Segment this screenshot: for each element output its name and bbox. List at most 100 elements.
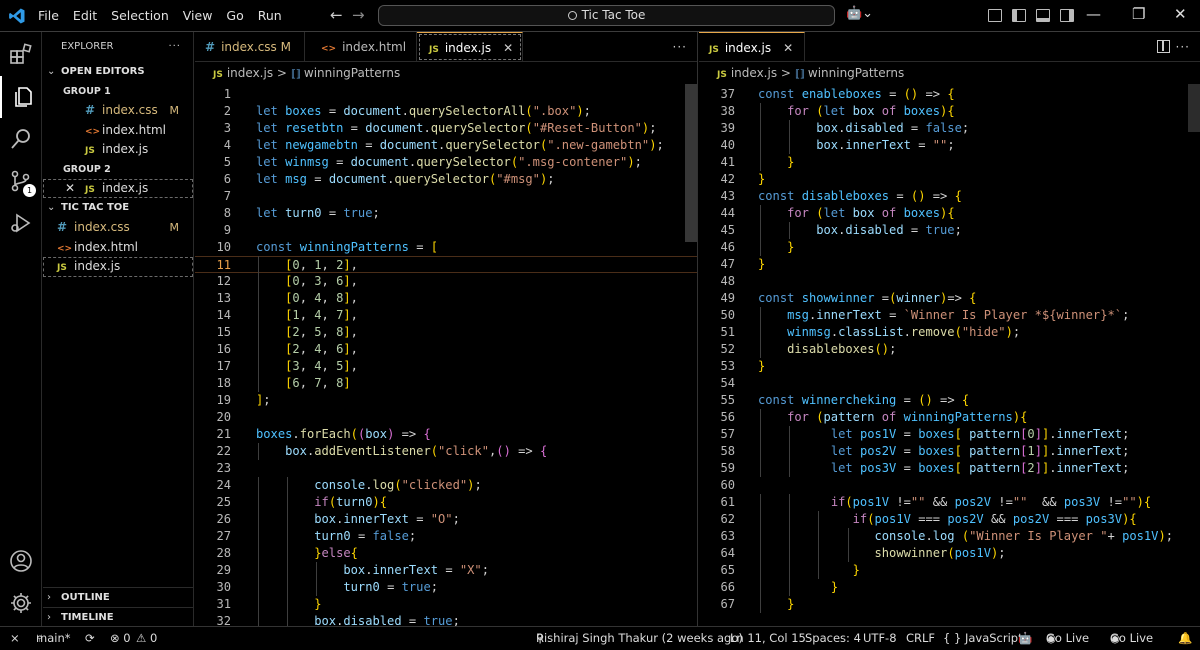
line-number[interactable]: 43 <box>699 188 735 205</box>
back-arrow-icon[interactable]: ← <box>330 6 343 24</box>
line-number[interactable]: 48 <box>699 273 735 290</box>
menu-edit[interactable]: Edit <box>73 0 104 32</box>
line-number[interactable]: 57 <box>699 426 735 443</box>
breadcrumb-file[interactable]: index.js <box>227 66 273 80</box>
line-number[interactable]: 25 <box>195 494 231 511</box>
line-ending[interactable]: CRLF <box>906 627 935 650</box>
code-line[interactable]: 61 if(pos1V !="" && pos2V !="" && pos3V … <box>699 494 1200 511</box>
code-line[interactable]: 67 } <box>699 596 1200 613</box>
line-number[interactable]: 31 <box>195 596 231 613</box>
encoding[interactable]: UTF-8 <box>863 627 897 650</box>
code-line[interactable]: 19]; <box>195 392 697 409</box>
line-number[interactable]: 11 <box>195 257 231 274</box>
code-line[interactable]: 26 box.innerText = "O"; <box>195 511 697 528</box>
line-number[interactable]: 9 <box>195 222 231 239</box>
account-icon[interactable] <box>0 540 42 582</box>
warnings-count[interactable]: ⚠ 0 <box>136 627 157 650</box>
indentation[interactable]: Spaces: 4 <box>805 627 861 650</box>
menu-go[interactable]: Go <box>226 0 250 32</box>
line-number[interactable]: 38 <box>699 103 735 120</box>
line-number[interactable]: 39 <box>699 120 735 137</box>
line-number[interactable]: 29 <box>195 562 231 579</box>
split-editor-icon[interactable] <box>1157 40 1170 53</box>
code-line[interactable]: 32 box.disabled = true; <box>195 613 697 626</box>
line-number[interactable]: 67 <box>699 596 735 613</box>
toggle-sidebar-icon[interactable] <box>1012 9 1026 22</box>
line-number[interactable]: 59 <box>699 460 735 477</box>
toggle-panel-icon[interactable] <box>1036 9 1050 22</box>
extensions-icon[interactable] <box>0 34 42 76</box>
code-line[interactable]: 66 } <box>699 579 1200 596</box>
code-line[interactable]: 50 msg.innerText = `Winner Is Player *${… <box>699 307 1200 324</box>
code-line[interactable]: 6 let msg = document.querySelector("#msg"… <box>195 171 697 188</box>
code-line[interactable]: 48 <box>699 273 1200 290</box>
code-line[interactable]: 41 } <box>699 154 1200 171</box>
code-line[interactable]: 65 } <box>699 562 1200 579</box>
line-number[interactable]: 63 <box>699 528 735 545</box>
editor-more-icon[interactable]: ··· <box>1176 32 1190 62</box>
line-number[interactable]: 1 <box>195 86 231 103</box>
line-number[interactable]: 3 <box>195 120 231 137</box>
folder-section[interactable]: ⌄ TIC TAC TOE <box>43 198 193 218</box>
line-number[interactable]: 7 <box>195 188 231 205</box>
tree-index-css[interactable]: # index.css M <box>43 218 193 238</box>
code-line[interactable]: 7 <box>195 188 697 205</box>
open-editor-group2-index-js[interactable]: ✕ JS index.js <box>43 178 193 198</box>
code-line[interactable]: 62 if(pos1V === pos2V && pos2V === pos3V… <box>699 511 1200 528</box>
line-number[interactable]: 26 <box>195 511 231 528</box>
code-editor-left[interactable]: 1 2 let boxes = document.querySelectorAll(… <box>195 84 697 626</box>
tab-index-js[interactable]: JS index.js ✕ <box>417 32 523 62</box>
code-line[interactable]: 9 <box>195 222 697 239</box>
customize-layout-icon[interactable] <box>988 9 1002 22</box>
line-number[interactable]: 60 <box>699 477 735 494</box>
code-line[interactable]: 29 box.innerText = "X"; <box>195 562 697 579</box>
line-number[interactable]: 19 <box>195 392 231 409</box>
line-number[interactable]: 2 <box>195 103 231 120</box>
toggle-secondary-sidebar-icon[interactable] <box>1060 9 1074 22</box>
code-line[interactable]: 23 <box>195 460 697 477</box>
line-number[interactable]: 23 <box>195 460 231 477</box>
line-number[interactable]: 37 <box>699 86 735 103</box>
line-number[interactable]: 58 <box>699 443 735 460</box>
code-line[interactable]: 38 for (let box of boxes){ <box>699 103 1200 120</box>
line-number[interactable]: 21 <box>195 426 231 443</box>
command-center-search[interactable]: Tic Tac Toe <box>378 5 835 26</box>
code-line[interactable]: 47} <box>699 256 1200 273</box>
line-number[interactable]: 61 <box>699 494 735 511</box>
menu-file[interactable]: File <box>38 0 66 32</box>
code-line[interactable]: 63 console.log ("Winner Is Player "+ pos… <box>699 528 1200 545</box>
menu-run[interactable]: Run <box>258 0 289 32</box>
settings-gear-icon[interactable] <box>0 582 42 624</box>
line-number[interactable]: 66 <box>699 579 735 596</box>
code-line[interactable]: 56 for (pattern of winningPatterns){ <box>699 409 1200 426</box>
line-number[interactable]: 55 <box>699 392 735 409</box>
close-window-icon[interactable]: ✕ <box>1174 5 1187 23</box>
breadcrumb-symbol[interactable]: winningPatterns <box>304 66 400 80</box>
vscode-logo-icon[interactable] <box>8 7 26 25</box>
close-tab-icon[interactable]: ✕ <box>503 41 513 55</box>
line-number[interactable]: 46 <box>699 239 735 256</box>
code-line[interactable]: 64 showwinner(pos1V); <box>699 545 1200 562</box>
line-number[interactable]: 50 <box>699 307 735 324</box>
code-line[interactable]: 37 const enableboxes = () => { <box>699 86 1200 103</box>
code-line[interactable]: 13 [0, 4, 8], <box>195 290 697 307</box>
menu-view[interactable]: View <box>183 0 220 32</box>
line-number[interactable]: 12 <box>195 273 231 290</box>
code-line[interactable]: 52 disableboxes(); <box>699 341 1200 358</box>
code-line[interactable]: 18 [6, 7, 8] <box>195 375 697 392</box>
menu-selection[interactable]: Selection <box>111 0 176 32</box>
minimize-icon[interactable]: — <box>1086 5 1101 23</box>
code-line[interactable]: 54 <box>699 375 1200 392</box>
code-line[interactable]: 60 <box>699 477 1200 494</box>
code-line[interactable]: 43 const disableboxes = () => { <box>699 188 1200 205</box>
scrollbar-thumb[interactable] <box>685 84 697 242</box>
code-line[interactable]: 44 for (let box of boxes){ <box>699 205 1200 222</box>
line-number[interactable]: 16 <box>195 341 231 358</box>
line-number[interactable]: 6 <box>195 171 231 188</box>
code-line[interactable]: 49 const showwinner =(winner)=> { <box>699 290 1200 307</box>
code-line[interactable]: 14 [1, 4, 7], <box>195 307 697 324</box>
code-line[interactable]: 16 [2, 4, 6], <box>195 341 697 358</box>
code-line[interactable]: 31 } <box>195 596 697 613</box>
timeline-section[interactable]: › TIMELINE <box>43 607 193 627</box>
line-number[interactable]: 54 <box>699 375 735 392</box>
